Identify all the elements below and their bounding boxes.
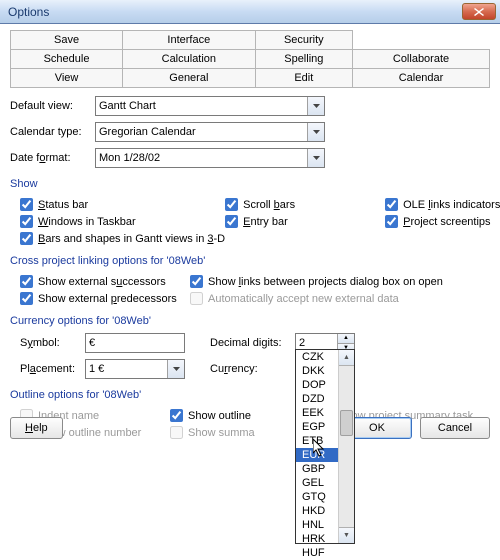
currency-option[interactable]: EGP bbox=[296, 420, 338, 434]
currency-option[interactable]: DZD bbox=[296, 392, 338, 406]
status-bar-label: Status bar bbox=[38, 199, 88, 211]
currency-option[interactable]: GBP bbox=[296, 462, 338, 476]
tab-schedule[interactable]: Schedule bbox=[11, 50, 123, 69]
bars-shapes-label: Bars and shapes in Gantt views in 3-D bbox=[38, 233, 225, 245]
show-section-title: Show bbox=[10, 178, 490, 190]
tab-collaborate[interactable]: Collaborate bbox=[353, 50, 490, 69]
show-ext-pred-label: Show external predecessors bbox=[38, 293, 177, 305]
entry-bar-checkbox[interactable] bbox=[225, 215, 238, 228]
decimal-digits-label: Decimal digits: bbox=[210, 337, 295, 349]
currency-option[interactable]: DOP bbox=[296, 378, 338, 392]
currency-option[interactable]: DKK bbox=[296, 364, 338, 378]
chevron-down-icon bbox=[307, 97, 324, 115]
default-view-select[interactable]: Gantt Chart bbox=[95, 96, 325, 116]
placement-value: 1 € bbox=[89, 363, 104, 375]
date-format-select[interactable]: Mon 1/28/02 bbox=[95, 148, 325, 168]
chevron-down-icon bbox=[307, 149, 324, 167]
placement-label: Placement: bbox=[20, 363, 85, 375]
chevron-down-icon bbox=[167, 360, 184, 378]
tab-view[interactable]: View bbox=[11, 69, 123, 88]
bars-shapes-checkbox[interactable] bbox=[20, 232, 33, 245]
ole-links-checkbox[interactable] bbox=[385, 198, 398, 211]
show-links-dialog-label: Show links between projects dialog box o… bbox=[208, 276, 443, 288]
currency-option[interactable]: EEK bbox=[296, 406, 338, 420]
chevron-down-icon bbox=[307, 123, 324, 141]
windows-taskbar-checkbox[interactable] bbox=[20, 215, 33, 228]
default-view-value: Gantt Chart bbox=[99, 100, 156, 112]
ole-links-label: OLE links indicators bbox=[403, 199, 500, 211]
tab-save[interactable]: Save bbox=[11, 31, 123, 50]
tab-general[interactable]: General bbox=[123, 69, 256, 88]
tab-calculation[interactable]: Calculation bbox=[123, 50, 256, 69]
auto-accept-label: Automatically accept new external data bbox=[208, 293, 399, 305]
symbol-value: € bbox=[89, 337, 95, 349]
tab-strip: Save Interface Security Schedule Calcula… bbox=[10, 30, 490, 88]
scroll-up-icon[interactable]: ▲ bbox=[339, 350, 354, 366]
window-title: Options bbox=[4, 5, 462, 19]
currency-option[interactable]: CZK bbox=[296, 350, 338, 364]
currency-option[interactable]: HRK bbox=[296, 532, 338, 546]
placement-select[interactable]: 1 € bbox=[85, 359, 185, 379]
windows-taskbar-label: Windows in Taskbar bbox=[38, 216, 136, 228]
calendar-type-value: Gregorian Calendar bbox=[99, 126, 196, 138]
tab-spelling[interactable]: Spelling bbox=[255, 50, 352, 69]
date-format-value: Mon 1/28/02 bbox=[99, 152, 160, 164]
currency-option[interactable]: EUR bbox=[296, 448, 338, 462]
currency-option[interactable]: HUF bbox=[296, 546, 338, 560]
cross-section-title: Cross project linking options for '08Web… bbox=[10, 255, 490, 267]
show-ext-succ-checkbox[interactable] bbox=[20, 275, 33, 288]
button-bar: Help OK Cancel bbox=[10, 417, 490, 439]
outline-section-title: Outline options for '08Web' bbox=[10, 389, 490, 401]
currency-option[interactable]: ETB bbox=[296, 434, 338, 448]
help-button[interactable]: Help bbox=[10, 417, 63, 439]
currency-dropdown-list[interactable]: CZKDKKDOPDZDEEKEGPETBEURGBPGELGTQHKDHNLH… bbox=[295, 349, 355, 544]
symbol-input[interactable]: € bbox=[85, 333, 185, 353]
decimal-digits-value: 2 bbox=[299, 337, 305, 349]
close-button[interactable] bbox=[462, 3, 496, 20]
currency-option[interactable]: HNL bbox=[296, 518, 338, 532]
tab-interface[interactable]: Interface bbox=[123, 31, 256, 50]
show-links-dialog-checkbox[interactable] bbox=[190, 275, 203, 288]
titlebar: Options bbox=[0, 0, 500, 24]
tab-calendar[interactable]: Calendar bbox=[353, 69, 490, 88]
calendar-type-select[interactable]: Gregorian Calendar bbox=[95, 122, 325, 142]
default-view-label: Default view: bbox=[10, 100, 95, 112]
tab-security[interactable]: Security bbox=[255, 31, 352, 50]
scroll-bars-checkbox[interactable] bbox=[225, 198, 238, 211]
currency-option[interactable]: GTQ bbox=[296, 490, 338, 504]
tab-empty bbox=[353, 31, 490, 50]
scroll-thumb[interactable] bbox=[340, 410, 353, 436]
symbol-label: Symbol: bbox=[20, 337, 85, 349]
scroll-bars-label: Scroll bars bbox=[243, 199, 295, 211]
date-format-label: Date format: bbox=[10, 152, 95, 164]
project-screentips-label: Project screentips bbox=[403, 216, 490, 228]
show-ext-succ-label: Show external successors bbox=[38, 276, 166, 288]
calendar-type-label: Calendar type: bbox=[10, 126, 95, 138]
currency-section-title: Currency options for '08Web' bbox=[10, 315, 490, 327]
status-bar-checkbox[interactable] bbox=[20, 198, 33, 211]
scrollbar[interactable]: ▲ ▼ bbox=[338, 350, 354, 543]
show-ext-pred-checkbox[interactable] bbox=[20, 292, 33, 305]
dialog-content: Save Interface Security Schedule Calcula… bbox=[0, 24, 500, 449]
tab-edit[interactable]: Edit bbox=[255, 69, 352, 88]
auto-accept-checkbox bbox=[190, 292, 203, 305]
currency-option[interactable]: GEL bbox=[296, 476, 338, 490]
project-screentips-checkbox[interactable] bbox=[385, 215, 398, 228]
currency-option[interactable]: HKD bbox=[296, 504, 338, 518]
entry-bar-label: Entry bar bbox=[243, 216, 288, 228]
cancel-button[interactable]: Cancel bbox=[420, 417, 490, 439]
currency-label: Currency: bbox=[210, 363, 295, 375]
